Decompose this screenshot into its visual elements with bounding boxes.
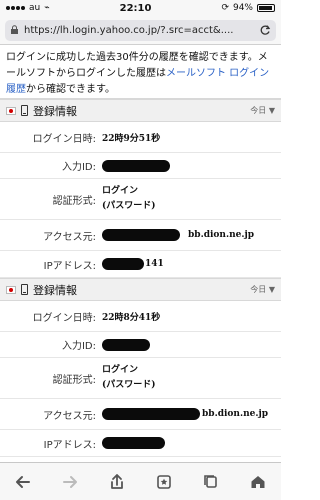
row-value: 141 [102,258,281,270]
carrier: au [29,3,41,13]
redaction-mark [102,229,180,241]
row-value: 22時9分51秒 [102,133,161,144]
ip-suffix: 141 [145,259,164,269]
row-value: ログイン (パスワード) [102,186,156,211]
row-login-time: ログイン日時: 22時9分51秒 [0,122,281,153]
row-label: 認証形式: [52,195,96,207]
japan-flag-icon [6,285,16,294]
smartphone-icon [21,284,28,295]
row-label: IPアドレス: [43,260,96,272]
signal-dot [16,6,20,10]
address-area: https://lh.login.yahoo.co.jp/?.src=acct&… [0,16,281,45]
chevron-down-icon: ▼ [268,285,275,294]
row-auth-method: 認証形式: ログイン (パスワード) [0,179,281,220]
phone-screen: au ⌁ 22:10 ⟳ 94% https://lh.login.yahoo.… [0,0,281,500]
row-label: ログイン日時: [32,133,96,145]
row-value: ログイン (パスワード) [102,365,156,390]
section-title: 登録情報 [33,104,77,118]
row-value: 22時8分41秒 [102,312,161,323]
chevron-down-icon: ▼ [268,106,275,115]
status-left: au ⌁ [6,3,50,13]
intro-part2: から確認できます。 [26,84,115,95]
history-section-1: 登録情報 今日 ▼ ログイン日時: 22時9分51秒 入力ID: 認証形式: ロ… [0,99,281,278]
back-arrow-icon[interactable] [11,470,35,494]
url-bar[interactable]: https://lh.login.yahoo.co.jp/?.src=acct&… [5,19,276,41]
section-header: 登録情報 今日 ▼ [0,99,281,122]
section-period[interactable]: 今日 ▼ [250,105,275,116]
url-text[interactable]: https://lh.login.yahoo.co.jp/?.src=acct&… [24,25,254,36]
browser-toolbar [0,462,281,500]
intro-text: ログインに成功した過去30件分の履歴を確認できます。メールソフトからログインした… [0,45,281,99]
period-label: 今日 [250,285,267,294]
row-label: 入力ID: [61,341,96,352]
row-auth-method: 認証形式: ログイン (パスワード) [0,358,281,399]
redaction-mark [102,258,144,270]
forward-arrow-icon[interactable] [58,470,82,494]
row-access-source: アクセス元: bb.dion.ne.jp [0,220,281,251]
section-header-left: 登録情報 [6,282,77,298]
bookmark-icon[interactable] [152,470,176,494]
row-value: bb.dion.ne.jp [102,408,281,420]
lock-icon [10,25,19,35]
battery-percent: 94% [232,3,253,13]
battery-icon [257,4,275,12]
row-input-id: 入力ID: [0,332,281,358]
smartphone-icon [21,105,28,116]
redaction-mark [102,159,170,172]
status-bar: au ⌁ 22:10 ⟳ 94% [0,0,281,16]
signal-dot [21,6,25,10]
row-input-id: 入力ID: [0,153,281,179]
wifi-icon: ⌁ [44,3,50,13]
rotation-lock-icon: ⟳ [221,3,229,13]
share-icon[interactable] [105,470,129,494]
row-label: 入力ID: [61,162,96,173]
status-time: 22:10 [119,2,152,14]
redaction-mark [102,437,165,449]
row-label: ログイン日時: [32,312,96,324]
row-ip-address: IPアドレス: 141 [0,251,281,278]
signal-dots [6,6,25,10]
section-header-left: 登録情報 [6,103,77,119]
row-login-time: ログイン日時: 22時8分41秒 [0,301,281,332]
row-label: IPアドレス: [43,439,96,451]
reload-icon[interactable] [259,24,271,36]
japan-flag-icon [6,106,16,115]
row-ip-address: IPアドレス: [0,430,281,457]
row-label: 認証形式: [52,374,96,386]
row-label: アクセス元: [43,231,96,243]
home-icon[interactable] [246,470,270,494]
signal-dot [6,6,10,10]
status-right: ⟳ 94% [221,3,275,13]
history-section-2: 登録情報 今日 ▼ ログイン日時: 22時8分41秒 入力ID: 認証形式: ロ… [0,278,281,457]
battery-fill [259,6,273,10]
row-value: bb.dion.ne.jp [102,229,281,241]
row-access-source: アクセス元: bb.dion.ne.jp [0,399,281,430]
tabs-icon[interactable] [199,470,223,494]
access-source-suffix: bb.dion.ne.jp [188,230,255,240]
redaction-mark [102,338,150,351]
access-source-suffix: bb.dion.ne.jp [202,409,269,419]
section-title: 登録情報 [33,283,77,297]
redaction-mark [102,408,200,420]
section-header: 登録情報 今日 ▼ [0,278,281,301]
signal-dot [11,6,15,10]
section-period[interactable]: 今日 ▼ [250,284,275,295]
period-label: 今日 [250,106,267,115]
row-label: アクセス元: [43,410,96,422]
